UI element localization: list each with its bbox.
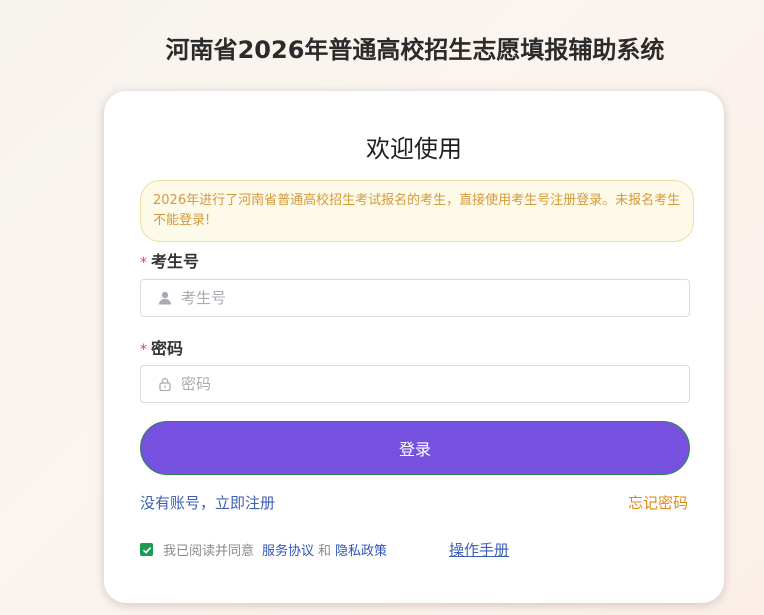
exam-number-label: * 考生号: [140, 248, 199, 272]
user-icon: [157, 290, 173, 306]
agreement-row: 我已阅读并同意 服务协议 和 隐私政策: [140, 540, 387, 559]
lock-icon: [157, 376, 173, 392]
service-agreement-link[interactable]: 服务协议: [262, 540, 314, 559]
login-card: 欢迎使用 2026年进行了河南省普通高校招生考试报名的考生，直接使用考生号注册登…: [104, 91, 724, 603]
password-label-text: 密码: [151, 339, 184, 358]
user-manual-link[interactable]: 操作手册: [449, 539, 509, 560]
exam-number-input[interactable]: [179, 288, 663, 308]
agreement-and: 和: [318, 544, 332, 559]
exam-number-field[interactable]: [140, 279, 690, 317]
required-mark: *: [140, 342, 147, 358]
agreement-prefix: 我已阅读并同意: [163, 544, 255, 559]
register-link[interactable]: 没有账号，立即注册: [140, 492, 275, 513]
required-mark: *: [140, 255, 147, 271]
password-input[interactable]: [179, 374, 663, 394]
password-field[interactable]: [140, 365, 690, 403]
privacy-policy-link[interactable]: 隐私政策: [335, 540, 387, 559]
forgot-password-link[interactable]: 忘记密码: [628, 492, 688, 513]
check-icon: [142, 546, 151, 554]
exam-number-label-text: 考生号: [151, 252, 200, 271]
page: 河南省2026年普通高校招生志愿填报辅助系统 欢迎使用 2026年进行了河南省普…: [0, 0, 764, 615]
notice-banner: 2026年进行了河南省普通高校招生考试报名的考生，直接使用考生号注册登录。未报名…: [140, 180, 694, 242]
agreement-checkbox[interactable]: [140, 543, 153, 556]
password-label: * 密码: [140, 335, 183, 359]
site-title: 河南省2026年普通高校招生志愿填报辅助系统: [165, 36, 665, 64]
welcome-heading: 欢迎使用: [366, 135, 462, 163]
login-button[interactable]: 登录: [140, 421, 690, 475]
